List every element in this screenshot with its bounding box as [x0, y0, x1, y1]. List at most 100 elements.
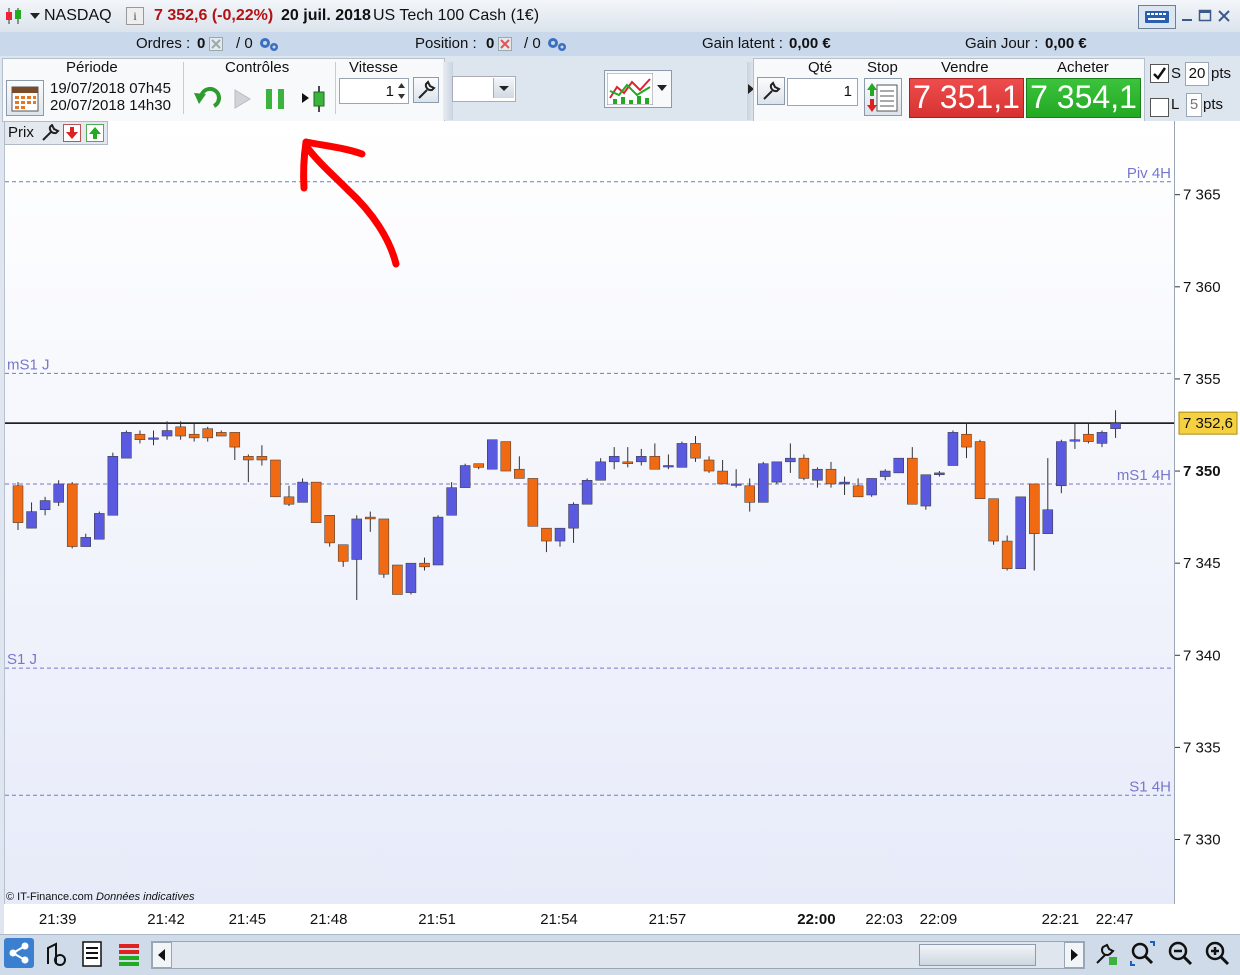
- latent-gain-label: Gain latent :: [702, 35, 783, 52]
- speed-input[interactable]: 1: [339, 78, 409, 104]
- candle-body: [934, 472, 945, 475]
- controls-label: Contrôles: [225, 59, 290, 76]
- instrument-dropdown-icon[interactable]: [30, 13, 40, 20]
- time-axis[interactable]: 21:39 21:42 21:45 21:48 21:51 21:54 21:57 22:00…: [4, 904, 1240, 934]
- candle-body: [852, 485, 864, 498]
- play-icon[interactable]: [232, 88, 252, 110]
- share-icon: [9, 942, 29, 964]
- x-tick-label: 22:00: [797, 911, 835, 928]
- share-button[interactable]: [4, 938, 34, 968]
- x-tick-label: 22:09: [920, 911, 958, 928]
- indicator-dropdown-icon: [657, 85, 667, 91]
- y-tick-label: 7 340: [1183, 647, 1221, 664]
- level-label: Piv 4H: [1127, 165, 1171, 182]
- candlestick-chart[interactable]: Piv 4H mS1 J mS1 4H S1 J S1 4H: [5, 121, 1175, 904]
- y-tick-label: 7 335: [1183, 739, 1221, 756]
- stop-loss-checkbox[interactable]: [1150, 64, 1169, 83]
- candle-body: [1069, 439, 1081, 442]
- period-label: Période: [66, 59, 118, 76]
- gears-icon[interactable]: [258, 36, 280, 52]
- candle-body: [53, 483, 64, 503]
- keyboard-icon[interactable]: [1138, 5, 1176, 29]
- wrench-icon: [418, 80, 436, 99]
- order-settings-button[interactable]: [757, 77, 785, 105]
- auto-scroll-icon[interactable]: [1091, 939, 1121, 969]
- candlestick-app-icon[interactable]: [5, 7, 23, 25]
- candle-body: [663, 465, 674, 468]
- y-tick-label: 7 355: [1183, 371, 1221, 388]
- divider: [183, 62, 184, 114]
- chart-scrollbar[interactable]: [151, 941, 1085, 969]
- level-label: mS1 J: [7, 356, 50, 373]
- zoom-fit-icon[interactable]: [1128, 939, 1158, 969]
- cancel-orders-icon[interactable]: [209, 37, 223, 51]
- zoom-out-icon[interactable]: [1166, 939, 1196, 969]
- candle-body: [1015, 496, 1026, 569]
- candle-body: [988, 498, 999, 542]
- candle-body: [324, 515, 335, 544]
- candle-body: [703, 459, 715, 472]
- minimize-icon[interactable]: [1180, 9, 1194, 23]
- candle-body: [473, 463, 484, 468]
- step-forward-icon[interactable]: [300, 84, 330, 114]
- candle-body: [839, 481, 850, 485]
- limit-checkbox[interactable]: [1150, 98, 1169, 117]
- candle-body: [487, 439, 498, 470]
- current-price-value: 7 352,6: [1183, 415, 1233, 432]
- candle-body: [446, 487, 457, 516]
- candle-body: [514, 468, 525, 479]
- candle-body: [690, 443, 701, 459]
- hidden-dropdown[interactable]: [452, 76, 516, 102]
- sell-order-arrow-icon[interactable]: [63, 124, 81, 142]
- position-gears-icon[interactable]: [546, 36, 568, 52]
- scroll-thumb[interactable]: [919, 944, 1036, 966]
- candle-body: [148, 437, 159, 440]
- order-book-icon[interactable]: [116, 940, 144, 968]
- limit-points-unit: pts: [1203, 96, 1224, 113]
- settings-button[interactable]: [413, 77, 439, 103]
- info-icon[interactable]: i: [126, 7, 144, 25]
- sell-button[interactable]: 7 351,1: [909, 78, 1024, 118]
- limit-points-input[interactable]: 5: [1186, 93, 1202, 117]
- chart-price-label[interactable]: Prix: [8, 124, 34, 141]
- candle-body: [866, 478, 877, 496]
- title-bar: NASDAQ i 7 352,6 (-0,22%) 20 juil. 2018 …: [0, 0, 1240, 33]
- rewind-icon[interactable]: [192, 85, 222, 113]
- price-chart[interactable]: Piv 4H mS1 J mS1 4H S1 J S1 4H: [4, 121, 1175, 904]
- candle-body: [676, 443, 688, 468]
- speed-spinner-icon[interactable]: [396, 80, 407, 102]
- close-icon[interactable]: [1217, 9, 1231, 23]
- close-position-icon[interactable]: [498, 37, 512, 51]
- pause-icon[interactable]: [263, 87, 289, 111]
- chart-wrench-icon[interactable]: [40, 124, 60, 142]
- speed-value: 1: [385, 83, 394, 100]
- calendar-button[interactable]: [6, 80, 44, 116]
- buy-button[interactable]: 7 354,1: [1026, 78, 1141, 118]
- buy-order-arrow-icon[interactable]: [86, 124, 104, 142]
- candle-body: [1096, 432, 1108, 444]
- candle-body: [649, 456, 661, 470]
- candle-body: [717, 470, 728, 485]
- day-gain-label: Gain Jour :: [965, 35, 1039, 52]
- day-gain-value: 0,00 €: [1045, 35, 1087, 52]
- maximize-icon[interactable]: [1198, 9, 1212, 23]
- scroll-left-icon[interactable]: [152, 942, 172, 968]
- latent-gain-value: 0,00 €: [789, 35, 831, 52]
- scroll-right-icon[interactable]: [1064, 942, 1084, 968]
- zoom-in-icon[interactable]: [1203, 939, 1233, 969]
- candle-body: [161, 430, 173, 437]
- indicator-button[interactable]: [604, 70, 672, 108]
- candle-body: [1110, 422, 1121, 429]
- candle-body: [365, 516, 376, 520]
- drawing-tool-icon[interactable]: [42, 940, 70, 968]
- orders-value: 0: [197, 35, 206, 52]
- replay-control-bar: Période 19/07/2018 07h45 20/07/2018 14h3…: [0, 56, 1240, 122]
- price-axis[interactable]: 7 365 7 360 7 355 7 350 7 345 7 340 7 335 7 330…: [1174, 121, 1240, 904]
- stop-points-input[interactable]: 20: [1185, 62, 1209, 86]
- qty-input[interactable]: 1: [787, 78, 858, 106]
- order-list-icon[interactable]: [80, 940, 104, 968]
- stop-button[interactable]: [864, 78, 902, 116]
- candle-body: [581, 480, 593, 505]
- instrument-name[interactable]: NASDAQ: [44, 7, 112, 25]
- position-pending: / 0: [524, 35, 541, 52]
